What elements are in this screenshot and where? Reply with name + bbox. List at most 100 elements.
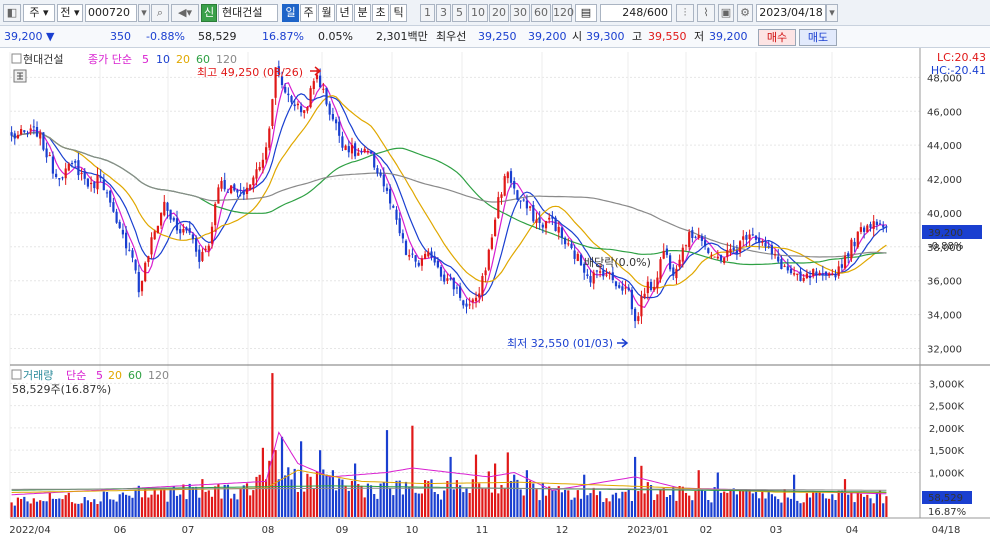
search-icon[interactable]: ⌕ (151, 4, 169, 22)
volume-bar (341, 479, 344, 517)
candle-body (513, 181, 516, 189)
volume-bar (376, 498, 379, 517)
gear-icon[interactable]: ⚙ (737, 4, 753, 22)
volume-bar (166, 501, 169, 517)
volume-bar (621, 491, 624, 517)
volume-bar (780, 502, 783, 517)
volume-bar (468, 493, 471, 517)
volume-bar (643, 493, 646, 517)
period-tab-2[interactable]: 월 (318, 4, 335, 22)
candle-body (796, 273, 799, 275)
candle-body (544, 221, 548, 229)
volume-bar (665, 497, 668, 517)
volume-bar (774, 496, 777, 517)
date-input[interactable]: 2023/04/18 (756, 4, 826, 22)
candle-body (331, 114, 334, 120)
count-display[interactable]: 248/600 (600, 4, 672, 22)
interval-tab-10[interactable]: 10 (468, 4, 488, 22)
period-tab-3[interactable]: 년 (336, 4, 353, 22)
line-chart-icon[interactable]: ⌇ (697, 4, 715, 22)
candle-body (252, 177, 255, 186)
volume-bar (872, 503, 875, 517)
vol-legend-ma60: 60 (128, 369, 142, 382)
candle-body (751, 234, 754, 236)
layout-icon[interactable]: ◧ (3, 4, 21, 22)
candle-body (780, 259, 783, 269)
candle-body (255, 169, 258, 179)
volume-bar (249, 495, 252, 517)
volume-bar (449, 456, 452, 517)
volume-bar (490, 492, 493, 517)
candle-body (869, 224, 872, 228)
save-icon[interactable]: ▣ (718, 4, 734, 22)
candle-body (188, 228, 191, 233)
buy-button[interactable]: 매수 (758, 29, 796, 46)
candle-body (137, 272, 140, 293)
candle-body (160, 213, 163, 226)
candle-body (373, 153, 376, 168)
candle-body (490, 237, 493, 249)
volume-bar (656, 494, 659, 517)
candle-body (665, 248, 668, 255)
interval-tab-60[interactable]: 60 (531, 4, 551, 22)
period-tab-5[interactable]: 초 (372, 4, 389, 22)
candle-body (420, 258, 423, 266)
interval-tab-3[interactable]: 3 (436, 4, 451, 22)
volume-bar (732, 488, 735, 517)
stock-chart[interactable]: 48,00046,00044,00042,00040,00038,00036,0… (0, 48, 990, 542)
volume-bar (840, 490, 843, 517)
chevron-down-icon[interactable]: ▾ (138, 4, 150, 22)
candle-body (29, 128, 32, 131)
volume-bar (745, 490, 748, 517)
volume-bar (653, 500, 656, 517)
candle-icon[interactable]: ⫶ (676, 4, 694, 22)
period-tab-0[interactable]: 일 (282, 4, 299, 22)
interval-tab-30[interactable]: 30 (510, 4, 530, 22)
volume-bar (586, 495, 589, 517)
interval-tab-1[interactable]: 1 (420, 4, 435, 22)
period-tab-1[interactable]: 주 (300, 4, 317, 22)
volume-bar (691, 500, 694, 517)
volume-bar (42, 501, 45, 517)
code-input[interactable]: 000720 (85, 4, 137, 22)
volume-bar (115, 501, 118, 517)
volume-bar (516, 479, 519, 517)
candle-body (77, 160, 80, 176)
volume-bar (411, 425, 414, 517)
candle-body (93, 182, 96, 189)
candle-body (774, 254, 777, 256)
sell-button[interactable]: 매도 (799, 29, 837, 46)
candle-body (90, 182, 93, 185)
candle-body (249, 184, 252, 191)
calendar-icon[interactable]: ▤ (575, 4, 597, 22)
candle-body (175, 218, 179, 231)
candle-body (64, 168, 67, 179)
market-select[interactable]: 주 ▾ (23, 4, 55, 22)
interval-tab-20[interactable]: 20 (489, 4, 509, 22)
volume-bar (856, 492, 859, 517)
candle-body (287, 93, 290, 96)
volume-bar (704, 491, 707, 517)
mode-select[interactable]: 전 ▾ (57, 4, 83, 22)
candle-body (150, 237, 153, 255)
date-calendar-icon[interactable]: ▾ (826, 4, 838, 22)
period-tab-6[interactable]: 틱 (390, 4, 407, 22)
candle-body (363, 148, 366, 153)
candle-body (163, 201, 166, 216)
volume-bar (729, 488, 732, 517)
volume-bar (207, 490, 210, 517)
low-price: 39,200 (709, 30, 748, 43)
volume-bar (373, 494, 376, 517)
sound-icon[interactable]: ◀▾ (171, 4, 199, 22)
volume-bar (506, 452, 509, 517)
candle-body (627, 287, 630, 290)
period-tab-4[interactable]: 분 (354, 4, 371, 22)
interval-tab-5[interactable]: 5 (452, 4, 467, 22)
candle-body (646, 281, 649, 294)
volume-bar (277, 479, 280, 517)
dividend-annotation: 배당락(0.0%) (584, 256, 651, 269)
candle-body (309, 88, 312, 108)
interval-tab-120[interactable]: 120 (552, 4, 574, 22)
candle-body (379, 172, 382, 176)
candle-body (579, 254, 583, 266)
